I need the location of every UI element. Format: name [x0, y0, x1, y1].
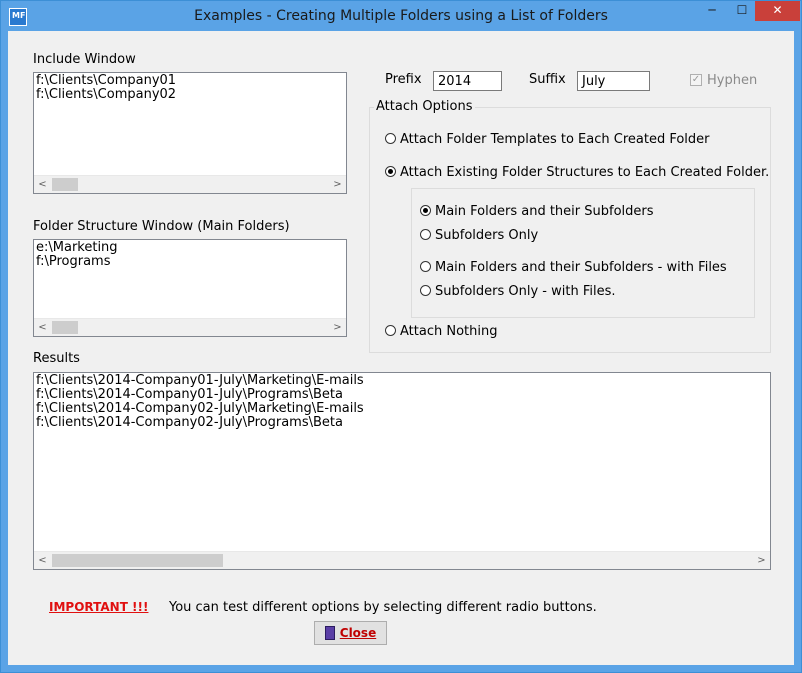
radio-circle-icon	[385, 133, 396, 144]
radio-circle-icon	[420, 285, 431, 296]
window-title: Examples - Creating Multiple Folders usi…	[194, 8, 608, 24]
list-item[interactable]: f:\Programs	[34, 255, 346, 269]
prefix-input[interactable]: 2014	[433, 71, 502, 91]
folder-structure-list[interactable]: e:\Marketing f:\Programs < >	[33, 239, 347, 337]
horizontal-scrollbar[interactable]: < >	[34, 318, 346, 336]
radio-subfolders-only-files[interactable]: Subfolders Only - with Files.	[420, 284, 616, 300]
horizontal-scrollbar[interactable]: < >	[34, 551, 770, 569]
scroll-left-arrow-icon[interactable]: <	[34, 176, 51, 193]
horizontal-scrollbar[interactable]: < >	[34, 175, 346, 193]
hint-text: You can test different options by select…	[169, 600, 597, 615]
radio-attach-templates[interactable]: Attach Folder Templates to Each Created …	[385, 132, 710, 148]
scroll-right-arrow-icon[interactable]: >	[329, 176, 346, 193]
radio-selected-icon	[420, 205, 431, 216]
radio-attach-nothing[interactable]: Attach Nothing	[385, 324, 497, 340]
scroll-left-arrow-icon[interactable]: <	[34, 319, 51, 336]
prefix-label: Prefix	[385, 72, 422, 87]
scroll-right-arrow-icon[interactable]: >	[753, 552, 770, 569]
radio-circle-icon	[420, 261, 431, 272]
important-label: IMPORTANT !!!	[49, 600, 149, 614]
radio-circle-icon	[385, 325, 396, 336]
radio-selected-icon	[385, 166, 396, 177]
close-button[interactable]: Close	[314, 621, 387, 645]
list-item[interactable]: f:\Clients\Company01	[34, 74, 346, 88]
client-area: Include Window f:\Clients\Company01 f:\C…	[8, 31, 794, 665]
list-item[interactable]: f:\Clients\2014-Company01-July\Programs\…	[34, 388, 770, 402]
radio-attach-existing[interactable]: Attach Existing Folder Structures to Eac…	[385, 165, 769, 181]
app-window: MF Examples - Creating Multiple Folders …	[0, 0, 802, 673]
scroll-thumb[interactable]	[52, 178, 78, 191]
suffix-input[interactable]: July	[577, 71, 650, 91]
window-close-button[interactable]: ✕	[755, 1, 800, 21]
results-label: Results	[33, 351, 80, 366]
include-window-label: Include Window	[33, 52, 136, 67]
list-item[interactable]: f:\Clients\2014-Company02-July\Marketing…	[34, 402, 770, 416]
radio-main-subfolders[interactable]: Main Folders and their Subfolders	[420, 204, 654, 220]
suffix-label: Suffix	[529, 72, 566, 87]
attach-options-title: Attach Options	[374, 99, 475, 114]
door-icon	[324, 626, 335, 640]
list-item[interactable]: f:\Clients\2014-Company01-July\Marketing…	[34, 374, 770, 388]
radio-main-subfolders-files[interactable]: Main Folders and their Subfolders - with…	[420, 260, 727, 276]
scroll-thumb[interactable]	[52, 321, 78, 334]
radio-subfolders-only[interactable]: Subfolders Only	[420, 228, 538, 244]
include-window-list[interactable]: f:\Clients\Company01 f:\Clients\Company0…	[33, 72, 347, 194]
list-item[interactable]: f:\Clients\Company02	[34, 88, 346, 102]
list-item[interactable]: e:\Marketing	[34, 241, 346, 255]
scroll-right-arrow-icon[interactable]: >	[329, 319, 346, 336]
minimize-button[interactable]: ─	[695, 1, 729, 21]
title-bar[interactable]: MF Examples - Creating Multiple Folders …	[1, 1, 801, 31]
list-item[interactable]: f:\Clients\2014-Company02-July\Programs\…	[34, 416, 770, 430]
maximize-button[interactable]: ☐	[729, 1, 755, 21]
scroll-left-arrow-icon[interactable]: <	[34, 552, 51, 569]
scroll-thumb[interactable]	[52, 554, 223, 567]
radio-circle-icon	[420, 229, 431, 240]
hyphen-checkbox[interactable]: ✓	[690, 74, 702, 86]
hyphen-label: Hyphen	[707, 73, 758, 88]
results-list[interactable]: f:\Clients\2014-Company01-July\Marketing…	[33, 372, 771, 570]
folder-structure-label: Folder Structure Window (Main Folders)	[33, 219, 290, 234]
